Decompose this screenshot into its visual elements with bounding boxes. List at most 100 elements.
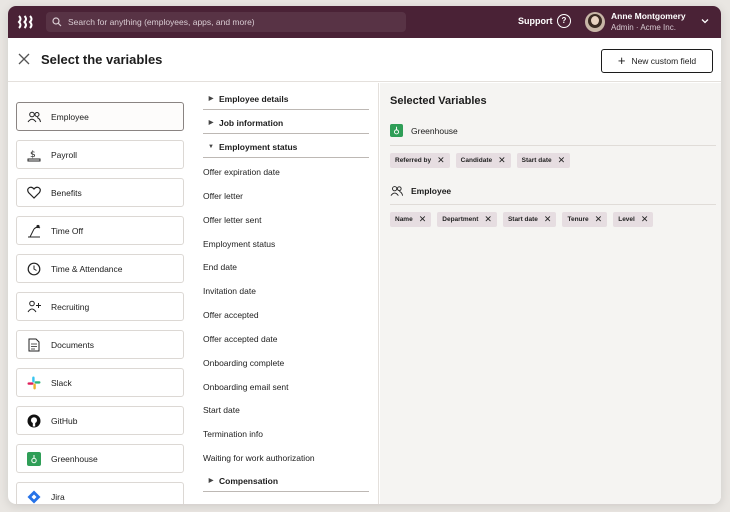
document-icon xyxy=(27,338,41,352)
field-item[interactable]: Onboarding email sent xyxy=(203,382,289,392)
variable-chip: Name ✕ xyxy=(390,212,432,227)
category-recruiting[interactable]: Recruiting xyxy=(16,292,184,321)
category-slack[interactable]: Slack xyxy=(16,368,184,397)
greenhouse-chips: Referred by ✕ Candidate ✕ Start date ✕ xyxy=(390,153,571,168)
page-title: Select the variables xyxy=(41,52,163,67)
category-label: Benefits xyxy=(51,187,82,198)
divider xyxy=(390,204,716,205)
remove-icon[interactable]: ✕ xyxy=(641,215,649,224)
section-label: Employee xyxy=(411,185,452,196)
github-icon xyxy=(27,414,41,428)
caret-down-icon: ▼ xyxy=(208,143,214,150)
people-icon xyxy=(390,184,403,197)
caret-right-icon: ▶ xyxy=(208,478,214,484)
category-time-off[interactable]: Time Off xyxy=(16,216,184,245)
variable-chip: Level ✕ xyxy=(613,212,654,227)
clock-icon xyxy=(27,262,41,276)
category-label: Documents xyxy=(51,339,94,350)
field-item[interactable]: Invitation date xyxy=(203,286,256,296)
search-placeholder: Search for anything (employees, apps, an… xyxy=(68,17,255,27)
section-label: Greenhouse xyxy=(411,125,458,136)
category-label: GitHub xyxy=(51,415,78,426)
chevron-down-icon[interactable] xyxy=(701,17,709,25)
remove-icon[interactable]: ✕ xyxy=(558,156,566,165)
new-custom-field-label: New custom field xyxy=(631,56,697,66)
category-label: Jira xyxy=(51,491,65,502)
plus-icon: + xyxy=(617,53,626,68)
payroll-icon: $ xyxy=(27,148,41,162)
selected-variables-panel: Selected Variables Greenhouse Referred b… xyxy=(380,83,721,504)
group-job-information[interactable]: ▶ Job information xyxy=(203,112,369,134)
jira-icon xyxy=(27,490,41,504)
remove-icon[interactable]: ✕ xyxy=(419,215,427,224)
variable-chip: Referred by ✕ xyxy=(390,153,450,168)
top-bar: Search for anything (employees, apps, an… xyxy=(8,6,721,38)
variable-chip: Tenure ✕ xyxy=(562,212,608,227)
time-off-icon xyxy=(27,224,41,238)
group-compensation[interactable]: ▶ Compensation xyxy=(203,470,369,492)
field-item[interactable]: Offer letter xyxy=(203,191,243,201)
field-item[interactable]: Onboarding complete xyxy=(203,358,284,368)
app-window: Search for anything (employees, apps, an… xyxy=(8,6,721,504)
avatar[interactable] xyxy=(585,12,605,32)
modal-header: Select the variables + New custom field xyxy=(8,38,721,82)
close-icon[interactable] xyxy=(18,53,30,65)
category-github[interactable]: GitHub xyxy=(16,406,184,435)
remove-icon[interactable]: ✕ xyxy=(544,215,552,224)
user-name: Anne Montgomery xyxy=(611,11,686,21)
group-label: Employee details xyxy=(219,93,289,104)
category-benefits[interactable]: Benefits xyxy=(16,178,184,207)
category-label: Time & Attendance xyxy=(51,263,123,274)
user-company: Admin · Acme Inc. xyxy=(611,23,676,32)
employee-chips: Name ✕ Department ✕ Start date ✕ Tenure ✕ Le… xyxy=(390,212,654,227)
rippling-logo-icon[interactable] xyxy=(17,14,35,30)
field-item[interactable]: End date xyxy=(203,262,237,272)
divider xyxy=(390,145,716,146)
field-item[interactable]: Termination info xyxy=(203,429,263,439)
variable-chip: Start date ✕ xyxy=(516,153,571,168)
group-label: Employment status xyxy=(219,141,298,152)
greenhouse-section-header: Greenhouse xyxy=(390,124,458,137)
category-documents[interactable]: Documents xyxy=(16,330,184,359)
remove-icon[interactable]: ✕ xyxy=(437,156,445,165)
variable-chip: Candidate ✕ xyxy=(455,153,511,168)
category-label: Employee xyxy=(51,111,89,122)
search-input[interactable]: Search for anything (employees, apps, an… xyxy=(46,12,406,32)
category-label: Time Off xyxy=(51,225,84,236)
field-item[interactable]: Start date xyxy=(203,405,240,415)
category-payroll[interactable]: $ Payroll xyxy=(16,140,184,169)
greenhouse-icon xyxy=(27,451,41,466)
caret-right-icon: ▶ xyxy=(208,120,214,126)
field-item[interactable]: Offer expiration date xyxy=(203,167,280,177)
category-label: Slack xyxy=(51,377,72,388)
category-employee[interactable]: Employee xyxy=(16,102,184,131)
field-item[interactable]: Employment status xyxy=(203,239,275,249)
group-label: Compensation xyxy=(219,475,279,486)
category-greenhouse[interactable]: Greenhouse xyxy=(16,444,184,473)
remove-icon[interactable]: ✕ xyxy=(498,156,506,165)
greenhouse-icon xyxy=(390,124,403,137)
category-label: Recruiting xyxy=(51,301,90,312)
variable-chip: Department ✕ xyxy=(437,212,497,227)
category-jira[interactable]: Jira xyxy=(16,482,184,504)
search-icon xyxy=(52,17,62,27)
help-icon[interactable]: ? xyxy=(557,14,571,28)
group-employment-status[interactable]: ▼ Employment status xyxy=(203,136,369,158)
category-label: Payroll xyxy=(51,149,77,160)
field-item[interactable]: Offer letter sent xyxy=(203,215,261,225)
new-custom-field-button[interactable]: + New custom field xyxy=(601,49,713,73)
selected-variables-title: Selected Variables xyxy=(390,95,487,107)
field-item[interactable]: Offer accepted xyxy=(203,310,259,320)
slack-icon xyxy=(27,376,41,390)
field-list: ▶ Employee details ▶ Job information ▼ E… xyxy=(195,83,379,504)
people-icon xyxy=(27,110,41,124)
category-time-attendance[interactable]: Time & Attendance xyxy=(16,254,184,283)
remove-icon[interactable]: ✕ xyxy=(484,215,492,224)
employee-section-header: Employee xyxy=(390,184,451,197)
field-item[interactable]: Offer accepted date xyxy=(203,334,278,344)
field-item[interactable]: Waiting for work authorization xyxy=(203,453,315,463)
group-employee-details[interactable]: ▶ Employee details xyxy=(203,88,369,110)
remove-icon[interactable]: ✕ xyxy=(595,215,603,224)
caret-right-icon: ▶ xyxy=(208,96,214,102)
support-link[interactable]: Support xyxy=(518,16,553,26)
